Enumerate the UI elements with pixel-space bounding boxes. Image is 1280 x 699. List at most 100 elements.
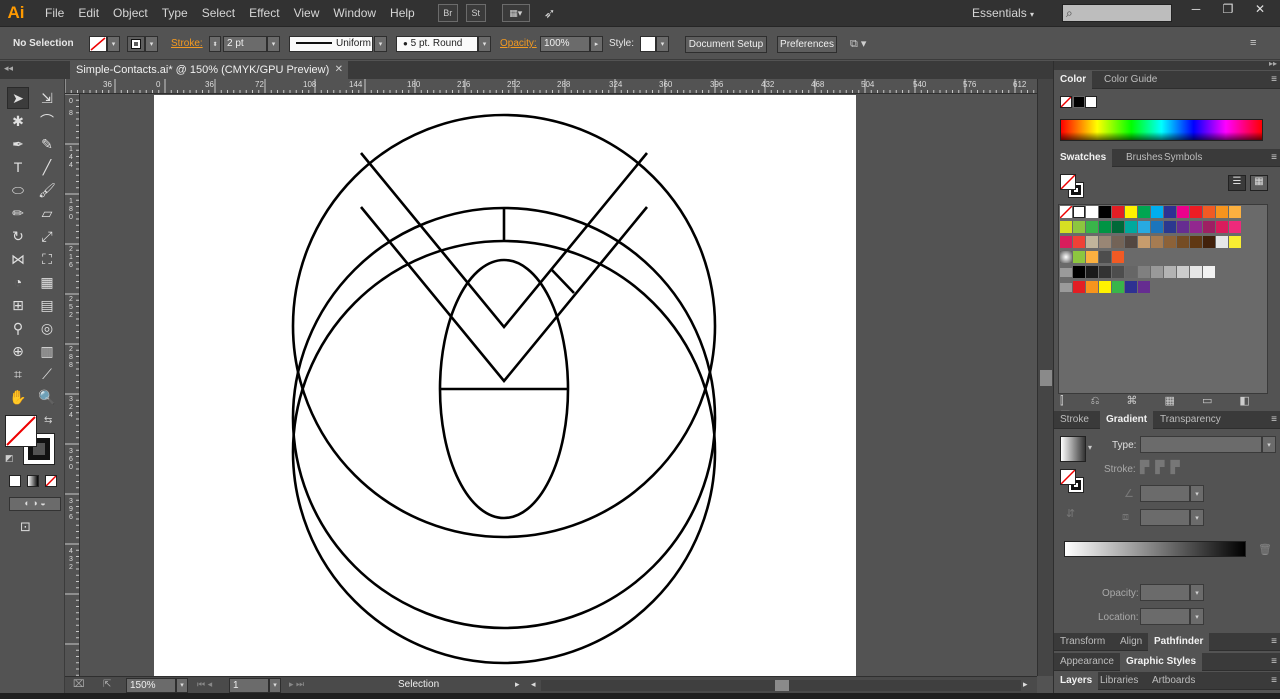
panel-menu-icon[interactable]: ≡	[1271, 675, 1277, 686]
stroke-weight-stepper[interactable]: ⬍	[209, 36, 221, 52]
next-artboard-icon[interactable]: ▸ ⏭	[289, 679, 304, 690]
none-mode-icon[interactable]	[45, 475, 57, 487]
color-swatch[interactable]	[1164, 236, 1176, 248]
color-swatch[interactable]	[1177, 236, 1189, 248]
shape-builder-tool-icon[interactable]: ◔	[7, 271, 29, 293]
reverse-gradient-icon[interactable]: ⇵	[1066, 507, 1075, 520]
color-swatch[interactable]	[1138, 206, 1150, 218]
panel-menu-icon[interactable]: ≡	[1271, 656, 1277, 667]
gradient-opacity-field[interactable]	[1140, 584, 1190, 601]
tab-layers[interactable]: Layers	[1054, 672, 1099, 690]
brush-definition[interactable]: ● 5 pt. Round	[396, 36, 478, 52]
color-swatch[interactable]	[1073, 266, 1085, 278]
drawing-modes-icon[interactable]: ◐ ◑ ◒	[9, 497, 61, 511]
preferences-button[interactable]: Preferences	[777, 36, 837, 53]
menu-effect[interactable]: Effect	[242, 0, 286, 27]
color-swatch[interactable]	[1060, 283, 1072, 292]
pen-tool-icon[interactable]: ✒	[7, 133, 29, 155]
color-none-swatch[interactable]	[1060, 96, 1072, 108]
variable-width-profile[interactable]: Uniform	[289, 36, 373, 52]
tab-symbols[interactable]: Symbols	[1158, 149, 1208, 167]
tab-gradient[interactable]: Gradient	[1100, 411, 1154, 429]
color-black-swatch[interactable]	[1073, 96, 1085, 108]
brush-dropdown[interactable]: ▾	[478, 36, 491, 52]
hand-tool-icon[interactable]: ✋	[7, 386, 29, 408]
color-swatch[interactable]	[1216, 206, 1228, 218]
artboard-number-field[interactable]: 1	[229, 678, 269, 693]
stroke-weight-field[interactable]: 2 pt	[223, 36, 267, 52]
menu-edit[interactable]: Edit	[71, 0, 106, 27]
scrollbar-thumb[interactable]	[1040, 370, 1052, 386]
menu-file[interactable]: File	[38, 0, 71, 27]
blend-tool-icon[interactable]: ◎	[36, 317, 58, 339]
color-swatch[interactable]	[1125, 266, 1137, 278]
graphic-style-dropdown[interactable]: ▾	[656, 36, 669, 52]
panel-menu-icon[interactable]: ≡	[1271, 636, 1277, 647]
color-swatch[interactable]	[1112, 236, 1124, 248]
swatch-fill-indicator[interactable]	[1060, 174, 1076, 190]
color-swatch[interactable]	[1086, 206, 1098, 218]
artwork[interactable]	[154, 95, 856, 676]
gradient-aspect-dropdown[interactable]: ▾	[1190, 509, 1204, 526]
scroll-left-icon[interactable]: ◂	[531, 679, 536, 690]
gradient-opacity-dropdown[interactable]: ▾	[1190, 584, 1204, 601]
panel-menu-icon[interactable]: ≡	[1271, 414, 1277, 425]
eraser-tool-icon[interactable]: ▱	[36, 202, 58, 224]
color-swatch[interactable]	[1073, 221, 1085, 233]
opacity-label[interactable]: Opacity:	[500, 38, 537, 49]
lasso-tool-icon[interactable]: ⌒	[36, 110, 58, 132]
color-swatch[interactable]	[1229, 236, 1241, 248]
vertical-scrollbar[interactable]	[1037, 79, 1053, 676]
gpu-performance-icon[interactable]: ➶	[544, 5, 556, 22]
color-swatch[interactable]	[1060, 221, 1072, 233]
menu-window[interactable]: Window	[326, 0, 383, 27]
color-swatch[interactable]	[1151, 236, 1163, 248]
collapse-toolbar-icon[interactable]: ◂◂	[4, 63, 13, 74]
color-swatch[interactable]	[1112, 266, 1124, 278]
color-swatch[interactable]	[1190, 206, 1202, 218]
delete-stop-icon[interactable]: 🗑	[1258, 543, 1272, 556]
search-input[interactable]: ⌕	[1062, 4, 1172, 22]
perspective-grid-tool-icon[interactable]: ▦	[36, 271, 58, 293]
color-spectrum[interactable]	[1060, 119, 1263, 141]
tab-stroke[interactable]: Stroke	[1054, 411, 1095, 429]
ellipse-tool-icon[interactable]: ⬭	[7, 179, 29, 201]
stroke-gradient-options-icon[interactable]: ▛▛▛	[1140, 460, 1206, 477]
color-swatch[interactable]	[1203, 221, 1215, 233]
color-swatch[interactable]	[1099, 236, 1111, 248]
color-swatch[interactable]	[1151, 221, 1163, 233]
color-swatch[interactable]	[1125, 221, 1137, 233]
menu-type[interactable]: Type	[155, 0, 195, 27]
graphic-style-swatch[interactable]	[640, 36, 656, 52]
tab-swatches[interactable]: Swatches	[1054, 149, 1113, 167]
gradient-type-dropdown[interactable]: ▾	[1262, 436, 1276, 453]
bottom-circle[interactable]	[291, 239, 717, 665]
color-swatch[interactable]	[1099, 221, 1111, 233]
gradient-location-field[interactable]	[1140, 608, 1190, 625]
direct-selection-tool-icon[interactable]: ⇲	[36, 87, 58, 109]
color-swatch[interactable]	[1138, 266, 1150, 278]
color-swatch[interactable]	[1099, 251, 1111, 263]
gpu-icon[interactable]: ⌧	[73, 679, 85, 690]
color-swatch[interactable]	[1086, 266, 1098, 278]
bridge-button[interactable]: Br	[437, 4, 458, 22]
scrollbar-thumb[interactable]	[775, 680, 789, 691]
color-swatch[interactable]	[1073, 281, 1085, 293]
first-artboard-icon[interactable]: ⏮ ◂	[197, 679, 212, 690]
color-swatch[interactable]	[1138, 221, 1150, 233]
color-swatch[interactable]	[1229, 221, 1241, 233]
free-transform-tool-icon[interactable]: ⛶	[36, 248, 58, 270]
profile-dropdown[interactable]: ▾	[374, 36, 387, 52]
zoom-tool-icon[interactable]: 🔍	[36, 386, 58, 408]
color-swatch[interactable]	[1164, 206, 1176, 218]
panel-menu-icon[interactable]: ≡	[1250, 37, 1256, 49]
gradient-tool-icon[interactable]: ▤	[36, 294, 58, 316]
stroke-dropdown[interactable]: ▾	[145, 36, 158, 52]
tab-transform[interactable]: Transform	[1054, 633, 1111, 651]
thumbnail-view-icon[interactable]: ▦	[1250, 175, 1268, 191]
color-swatch[interactable]	[1086, 281, 1098, 293]
color-mode-icon[interactable]	[9, 475, 21, 487]
swap-fill-stroke-icon[interactable]: ⇆	[44, 415, 52, 426]
color-swatch[interactable]	[1151, 206, 1163, 218]
color-swatch[interactable]	[1138, 281, 1150, 293]
